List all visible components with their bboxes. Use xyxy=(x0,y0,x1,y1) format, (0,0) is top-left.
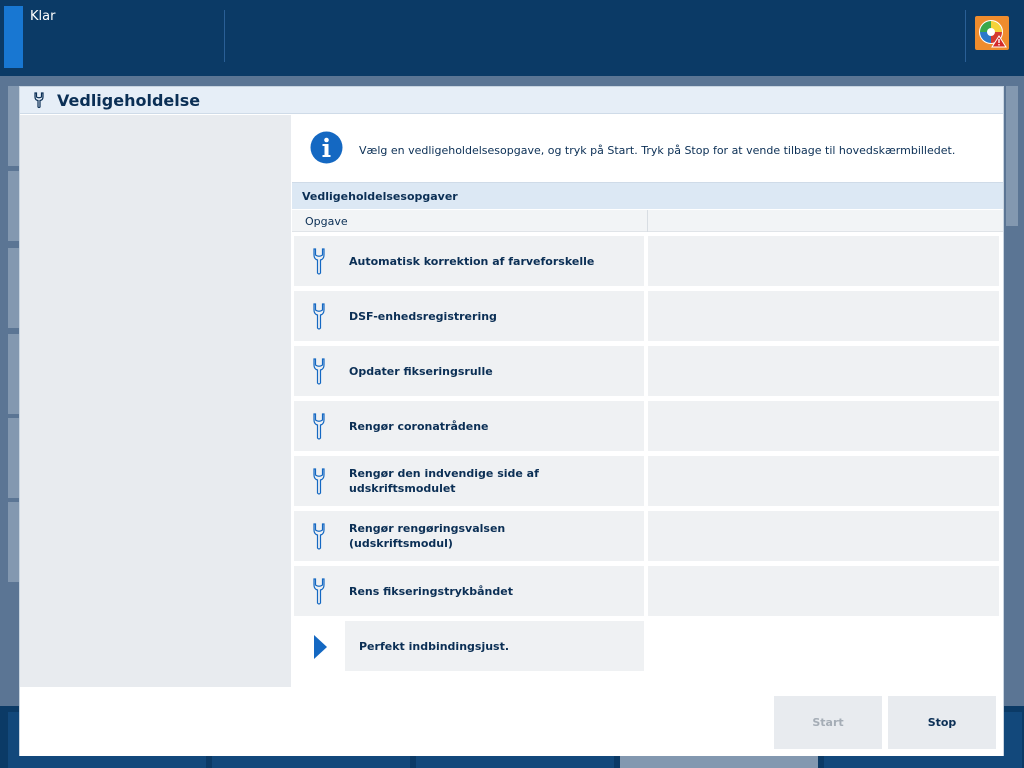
section-title: Vedligeholdelsesopgaver xyxy=(292,182,1003,209)
task-label: Rengør coronatrådene xyxy=(349,419,489,433)
arrow-right-icon xyxy=(314,635,327,659)
dialog-title: Vedligeholdelse xyxy=(57,91,201,110)
maintenance-dialog: Vedligeholdelse Vælg en vedligeholdelses… xyxy=(19,86,1004,756)
task-label: Opdater fikseringsrulle xyxy=(349,364,493,378)
task-cell-extra xyxy=(648,236,999,286)
color-alert-icon[interactable] xyxy=(975,16,1009,50)
task-cell-extra xyxy=(648,456,999,506)
left-pane xyxy=(20,115,291,687)
column-header-task: Opgave xyxy=(305,215,348,228)
task-row-perfect-binding-adjust[interactable]: Perfekt indbindingsjust. xyxy=(294,621,999,671)
wrench-icon xyxy=(34,92,44,109)
status-indicator xyxy=(4,6,23,68)
top-status-bar: Klar xyxy=(0,0,1024,76)
task-label: Perfekt indbindingsjust. xyxy=(359,639,510,653)
task-label: Rengør rengøringsvalsen (udskriftsmodul) xyxy=(349,522,506,550)
task-row-dsf-registration[interactable]: DSF-enhedsregistrering xyxy=(294,291,999,341)
task-row-clean-corona-wires[interactable]: Rengør coronatrådene xyxy=(294,401,999,451)
dialog-header: Vedligeholdelse xyxy=(20,87,1003,114)
start-button[interactable]: Start xyxy=(774,696,882,749)
background-tile xyxy=(1006,86,1018,226)
column-header: Opgave xyxy=(292,210,1003,232)
topbar-divider xyxy=(224,10,225,62)
task-label: Rengør den indvendige side af udskriftsm… xyxy=(349,467,539,495)
task-cell-extra xyxy=(648,346,999,396)
task-cell-extra xyxy=(648,291,999,341)
task-row-refresh-fuser-roller[interactable]: Opdater fikseringsrulle xyxy=(294,346,999,396)
wrench-icon xyxy=(313,578,325,605)
info-icon xyxy=(310,131,343,164)
task-cell-extra xyxy=(648,511,999,561)
wrench-icon xyxy=(313,303,325,330)
task-cell-extra xyxy=(648,566,999,616)
task-row-clean-cleaning-roller[interactable]: Rengør rengøringsvalsen (udskriftsmodul) xyxy=(294,511,999,561)
status-text: Klar xyxy=(30,9,56,24)
task-cell-extra xyxy=(648,401,999,451)
wrench-icon xyxy=(313,358,325,385)
wrench-icon xyxy=(313,468,325,495)
task-label: Automatisk korrektion af farveforskelle xyxy=(349,254,595,268)
stop-button[interactable]: Stop xyxy=(888,696,996,749)
instruction-text: Vælg en vedligeholdelsesopgave, og tryk … xyxy=(359,144,956,157)
task-row-clean-print-module-inside[interactable]: Rengør den indvendige side af udskriftsm… xyxy=(294,456,999,506)
task-row-clean-fuser-pressure-belt[interactable]: Rens fikseringstrykbåndet xyxy=(294,566,999,616)
right-pane: Vælg en vedligeholdelsesopgave, og tryk … xyxy=(292,115,1003,687)
task-label: DSF-enhedsregistrering xyxy=(349,309,497,323)
topbar-divider xyxy=(965,10,966,62)
wrench-icon xyxy=(313,523,325,550)
dialog-footer: Start Stop xyxy=(20,687,1003,756)
task-label: Rens fikseringstrykbåndet xyxy=(349,584,513,598)
wrench-icon xyxy=(313,413,325,440)
task-row-automatic-color-correction[interactable]: Automatisk korrektion af farveforskelle xyxy=(294,236,999,286)
wrench-icon xyxy=(313,248,325,275)
column-separator xyxy=(647,210,648,232)
